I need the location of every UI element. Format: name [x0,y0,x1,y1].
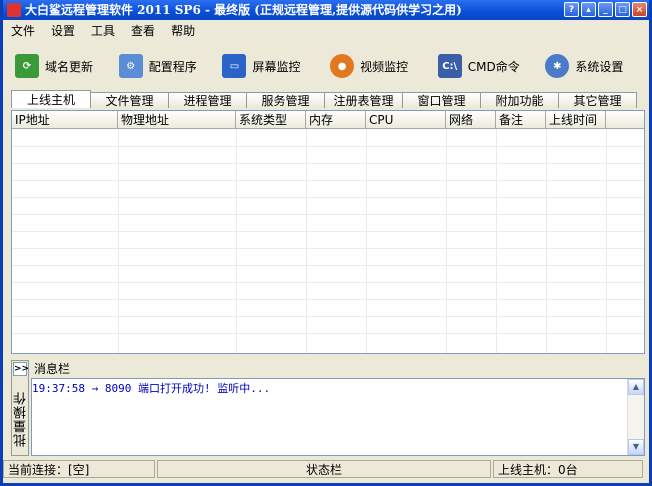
refresh-icon: ⟳ [15,54,39,78]
col-online-time[interactable]: 上线时间 [546,111,606,129]
main-window: 大白鲨远程管理软件 2011 SP6 - 最终版 (正规远程管理,提供源代码供学… [0,0,652,486]
app-icon [7,3,21,17]
tab-online-hosts[interactable]: 上线主机 [11,90,91,108]
domain-update-button[interactable]: ⟳ 域名更新 [7,48,109,84]
gear-icon: ✱ [545,54,570,78]
tab-window-manager[interactable]: 窗口管理 [402,92,481,108]
video-monitor-button[interactable]: ● 视频监控 [322,48,428,84]
title-bar[interactable]: 大白鲨远程管理软件 2011 SP6 - 最终版 (正规远程管理,提供源代码供学… [3,0,649,20]
tab-strip: 上线主机 文件管理 进程管理 服务管理 注册表管理 窗口管理 附加功能 其它管理 [11,90,637,110]
tab-file-manager[interactable]: 文件管理 [90,92,169,108]
status-bar: 当前连接：[空] 状态栏 上线主机：0台 [3,460,649,480]
batch-operations-panel: >> 批量操作 [11,360,29,456]
tab-extra-functions[interactable]: 附加功能 [480,92,559,108]
scroll-down-icon[interactable]: ▼ [628,439,644,455]
tab-service-manager[interactable]: 服务管理 [246,92,325,108]
toolbar: ⟳ 域名更新 ⚙ 配置程序 ▭ 屏幕监控 ● 视频监控 C:\ CMD命令 ✱ … [7,44,645,88]
help-button[interactable]: ? [564,2,579,17]
batch-operations-label[interactable]: 批量操作 [12,391,29,447]
cmd-command-button[interactable]: C:\ CMD命令 [430,48,536,84]
minimize-button[interactable]: _ [598,2,613,17]
online-hosts-table[interactable]: IP地址 物理地址 系统类型 内存 CPU 网络 备注 上线时间 [11,110,645,354]
col-network[interactable]: 网络 [446,111,496,129]
menu-view[interactable]: 查看 [123,20,163,42]
menu-help[interactable]: 帮助 [163,20,203,42]
window-title: 大白鲨远程管理软件 2011 SP6 - 最终版 (正规远程管理,提供源代码供学… [25,3,462,17]
message-panel: 消息栏 19:37:58 → 8090 端口打开成功! 监听中... ▲ ▼ [31,360,645,456]
col-remark[interactable]: 备注 [496,111,546,129]
close-button[interactable]: × [632,2,647,17]
col-mac-address[interactable]: 物理地址 [118,111,236,129]
menu-settings[interactable]: 设置 [43,20,83,42]
col-ip-address[interactable]: IP地址 [12,111,118,129]
message-scrollbar[interactable]: ▲ ▼ [627,379,644,455]
menu-tools[interactable]: 工具 [83,20,123,42]
expand-button[interactable]: >> [13,362,29,376]
scroll-up-icon[interactable]: ▲ [628,379,644,395]
config-icon: ⚙ [118,54,143,78]
status-online-hosts: 上线主机：0台 [493,460,643,478]
restore-button[interactable]: ▴ [581,2,596,17]
cmd-icon: C:\ [437,54,462,78]
log-line: 19:37:58 → 8090 端口打开成功! 监听中... [32,382,271,395]
status-connection: 当前连接：[空] [3,460,155,478]
status-text: 状态栏 [157,460,491,478]
col-memory[interactable]: 内存 [306,111,366,129]
monitor-icon: ▭ [222,54,247,78]
tab-registry-manager[interactable]: 注册表管理 [324,92,403,108]
col-cpu[interactable]: CPU [366,111,446,129]
webcam-icon: ● [330,54,355,78]
system-settings-button[interactable]: ✱ 系统设置 [537,48,643,84]
message-panel-title: 消息栏 [34,362,71,376]
menu-file[interactable]: 文件 [3,20,43,42]
config-program-button[interactable]: ⚙ 配置程序 [111,48,213,84]
maximize-button[interactable]: □ [615,2,630,17]
col-spare [606,111,644,129]
col-os-type[interactable]: 系统类型 [236,111,306,129]
tab-other-manager[interactable]: 其它管理 [558,92,637,108]
screen-monitor-button[interactable]: ▭ 屏幕监控 [214,48,320,84]
menu-bar: 文件 设置 工具 查看 帮助 [3,20,649,42]
table-header: IP地址 物理地址 系统类型 内存 CPU 网络 备注 上线时间 [12,111,644,129]
message-log[interactable]: 19:37:58 → 8090 端口打开成功! 监听中... ▲ ▼ [31,378,645,456]
tab-process-manager[interactable]: 进程管理 [168,92,247,108]
